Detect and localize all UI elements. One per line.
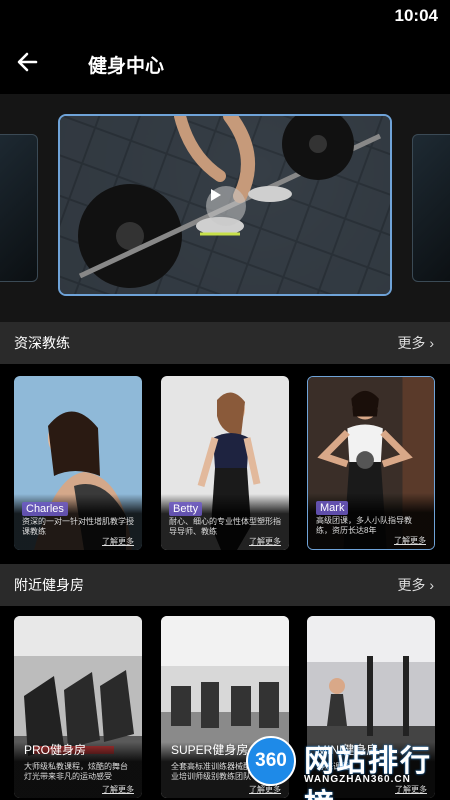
coach-name: Betty — [169, 502, 203, 516]
page-title: 健身中心 — [88, 56, 165, 77]
gyms-section-title: 附近健身房 — [14, 577, 84, 593]
gym-card[interactable]: PRO健身房 大师级私教课程，炫酷的舞台灯光带来非凡的运动感受 了解更多 — [14, 616, 142, 798]
watermark-text: 网站排行榜 — [304, 745, 432, 800]
watermark-subtext: WANGZHAN360.CN — [304, 774, 411, 785]
play-icon — [211, 189, 221, 201]
status-time: 10:04 — [394, 6, 438, 25]
top-bar: 健身中心 — [0, 32, 450, 94]
coaches-more-link[interactable]: 更多 › — [397, 333, 434, 353]
coach-name: Charles — [22, 502, 68, 516]
gym-name: PRO健身房 — [24, 743, 87, 757]
watermark: 360 网站排行榜 WANGZHAN360.CN — [246, 734, 446, 800]
back-arrow-icon[interactable] — [14, 48, 42, 76]
coach-name: Mark — [316, 501, 349, 515]
coaches-section-title: 资深教练 — [14, 335, 70, 351]
coaches-section-header: 资深教练 更多 › — [0, 322, 450, 364]
video-carousel[interactable] — [0, 94, 450, 322]
carousel-prev-card[interactable] — [0, 134, 38, 282]
learn-more-link[interactable]: 了解更多 — [394, 535, 426, 546]
gym-name: SUPER健身房 — [171, 743, 249, 757]
learn-more-link[interactable]: 了解更多 — [102, 536, 134, 547]
coaches-grid: Charles 资深的一对一针对性增肌教学授课教练 了解更多 Betty 耐心、… — [0, 364, 450, 564]
learn-more-link[interactable]: 了解更多 — [249, 536, 281, 547]
featured-video-card[interactable] — [58, 114, 392, 296]
carousel-next-card[interactable] — [412, 134, 450, 282]
coach-desc: 耐心、细心的专业性体型塑形指导导师、教练 — [169, 517, 281, 536]
play-button[interactable] — [206, 186, 246, 226]
gyms-section-header: 附近健身房 更多 › — [0, 564, 450, 606]
gym-desc: 大师级私教课程，炫酷的舞台灯光带来非凡的运动感受 — [24, 762, 128, 781]
coach-card[interactable]: Charles 资深的一对一针对性增肌教学授课教练 了解更多 — [14, 376, 142, 550]
status-bar: 10:04 — [0, 0, 450, 32]
coach-desc: 资深的一对一针对性增肌教学授课教练 — [22, 517, 134, 536]
watermark-badge: 360 — [246, 736, 296, 786]
coach-desc: 高级团课，多人小队指导教练，资历长达8年 — [316, 516, 412, 535]
gyms-more-link[interactable]: 更多 › — [397, 575, 434, 595]
learn-more-link[interactable]: 了解更多 — [102, 784, 134, 795]
coach-card[interactable]: Mark 高级团课，多人小队指导教练，资历长达8年 了解更多 — [307, 376, 435, 550]
coach-card[interactable]: Betty 耐心、细心的专业性体型塑形指导导师、教练 了解更多 — [161, 376, 289, 550]
